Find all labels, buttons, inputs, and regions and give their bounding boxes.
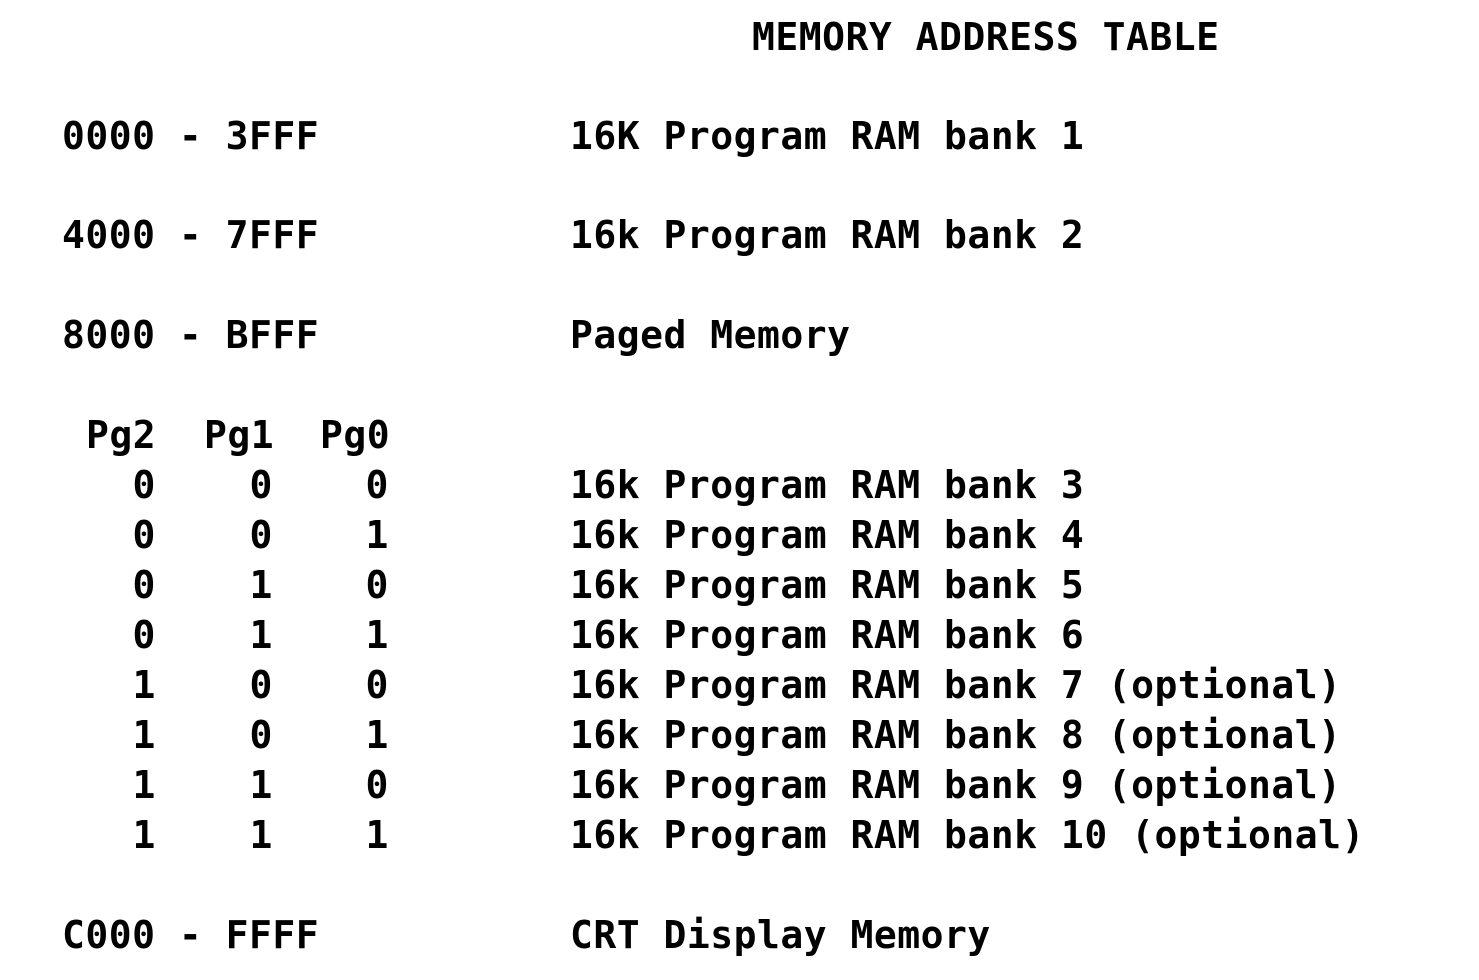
pg1-bit: 0: [249, 463, 273, 507]
pg2-bit: 1: [132, 763, 156, 807]
pg0-bit: 1: [365, 513, 389, 557]
bank-description: 16k Program RAM bank 4: [570, 513, 1085, 557]
bank-description: 16k Program RAM bank 8 (optional): [570, 713, 1342, 757]
page-bit-header: Pg1: [204, 413, 275, 457]
pg1-bit: 1: [249, 613, 273, 657]
pg2-bit: 0: [132, 463, 156, 507]
pg0-bit: 1: [365, 613, 389, 657]
page-title: MEMORY ADDRESS TABLE: [752, 15, 1220, 59]
bank-description: 16k Program RAM bank 3: [570, 463, 1085, 507]
range-description: 16K Program RAM bank 1: [570, 114, 1085, 158]
pg1-bit: 1: [249, 563, 273, 607]
pg1-bit: 0: [249, 513, 273, 557]
address-range: 4000 - 7FFF: [62, 213, 320, 257]
pg2-bit: 1: [132, 813, 156, 857]
pg0-bit: 0: [365, 463, 389, 507]
range-description: Paged Memory: [570, 313, 851, 357]
pg0-bit: 0: [365, 663, 389, 707]
bank-description: 16k Program RAM bank 9 (optional): [570, 763, 1342, 807]
address-range: 8000 - BFFF: [62, 313, 320, 357]
page-bit-header: Pg2: [86, 413, 157, 457]
pg0-bit: 0: [365, 563, 389, 607]
bank-description: 16k Program RAM bank 10 (optional): [570, 813, 1365, 857]
bank-description: 16k Program RAM bank 5: [570, 563, 1085, 607]
pg2-bit: 0: [132, 563, 156, 607]
pg1-bit: 0: [249, 663, 273, 707]
bank-description: 16k Program RAM bank 7 (optional): [570, 663, 1342, 707]
pg2-bit: 1: [132, 663, 156, 707]
address-range: C000 - FFFF: [62, 913, 320, 957]
range-description: CRT Display Memory: [570, 913, 991, 957]
pg0-bit: 0: [365, 763, 389, 807]
range-description: 16k Program RAM bank 2: [570, 213, 1085, 257]
pg0-bit: 1: [365, 713, 389, 757]
pg2-bit: 0: [132, 613, 156, 657]
pg2-bit: 0: [132, 513, 156, 557]
pg0-bit: 1: [365, 813, 389, 857]
bank-description: 16k Program RAM bank 6: [570, 613, 1085, 657]
pg1-bit: 0: [249, 713, 273, 757]
pg2-bit: 1: [132, 713, 156, 757]
pg1-bit: 1: [249, 763, 273, 807]
address-range: 0000 - 3FFF: [62, 114, 320, 158]
page-bit-header: Pg0: [320, 413, 391, 457]
pg1-bit: 1: [249, 813, 273, 857]
